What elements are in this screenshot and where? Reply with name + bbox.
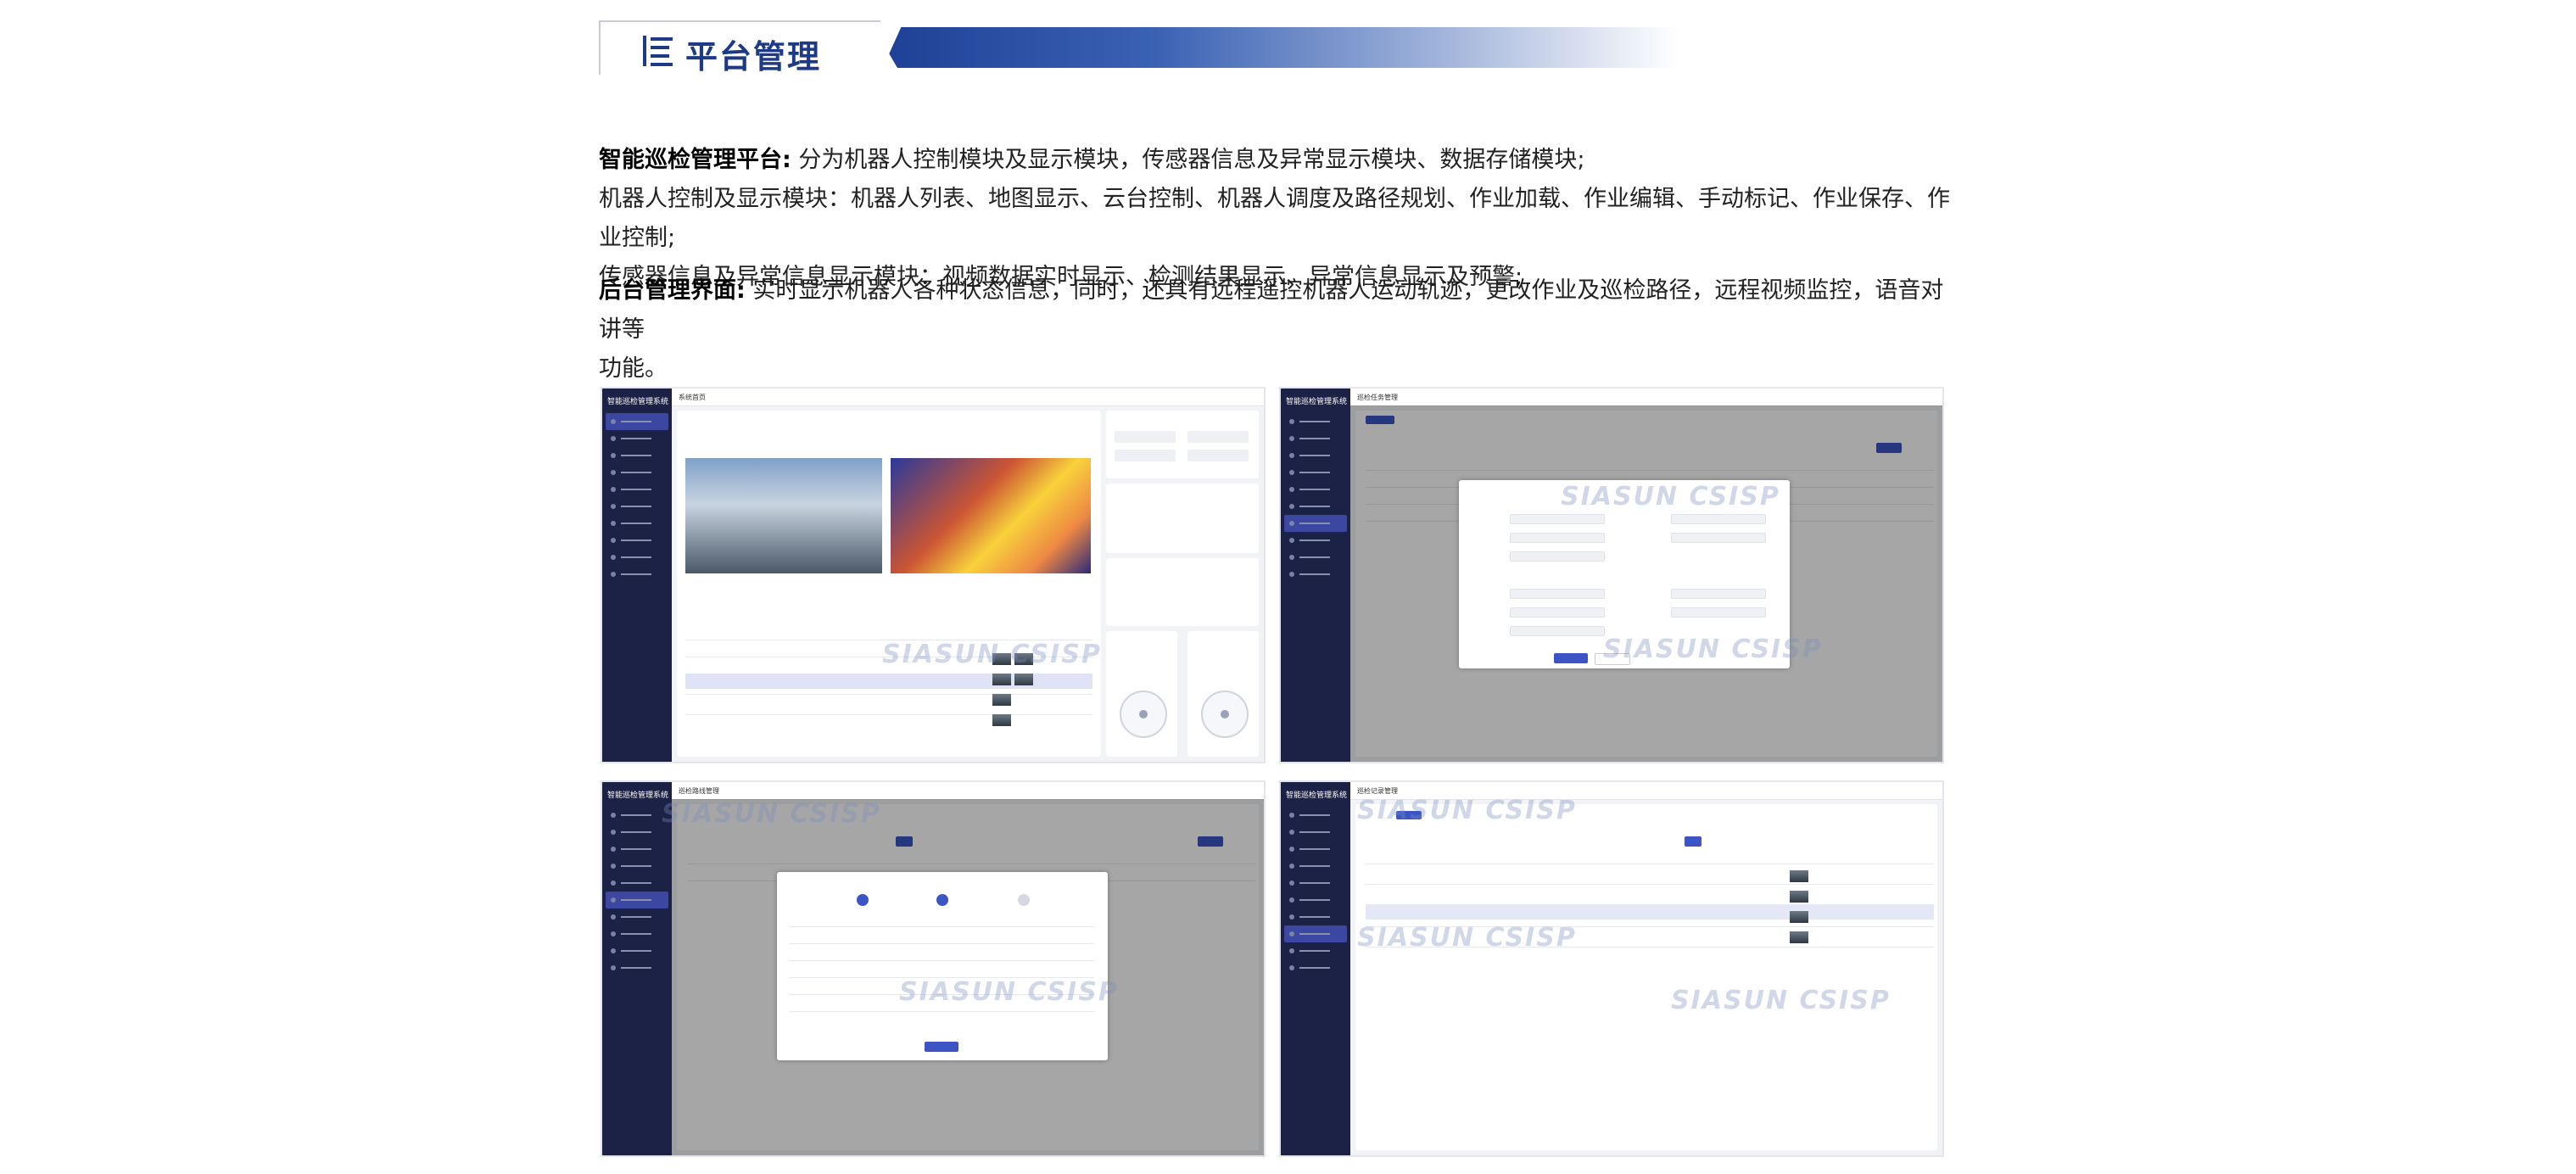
panel-title: 巡检记录管理 [1357,787,1398,795]
watermark: SIASUN CSISP [662,799,881,829]
save-button[interactable] [925,1042,958,1052]
screenshot-dashboard: 智能巡检管理系统 系统首页 SIASUN CSISP [602,389,1264,762]
watermark: SIASUN CSISP [1357,796,1577,825]
page-title: 平台管理 [685,38,822,75]
sidebar: 智能巡检管理系统 [1281,389,1350,762]
watermark: SIASUN CSISP [882,640,1102,669]
ptz-control-dial[interactable] [1120,690,1167,738]
section-label: 智能巡检管理平台: [599,147,791,173]
panel-title: 巡检路线管理 [679,787,719,795]
screenshot-route-management: 智能巡检管理系统 巡检路线管理 SIASUN CSISP SIASUN CSIS… [602,782,1264,1155]
panel-title: 系统首页 [679,394,706,401]
robot-control-dial[interactable] [1201,690,1249,738]
sidebar: 智能巡检管理系统 [602,782,672,1155]
section-label: 后台管理界面: [599,277,746,304]
watermark: SIASUN CSISP [1671,986,1891,1015]
list-icon [643,36,673,66]
section-backend: 后台管理界面: 实时显示机器人各种状态信息，同时，还具有远程遥控机器人运动轨迹，… [599,271,1956,389]
screenshot-task-management: 智能巡检管理系统 巡检任务管理 SIASUN CSISP SIASUN CSIS… [1281,389,1942,762]
app-title: 智能巡检管理系统 [1286,398,1348,406]
camera-thermal-image [891,458,1091,573]
route-wizard-modal [777,872,1108,1060]
panel-title: 巡检任务管理 [1357,394,1398,401]
section-line: 机器人控制及显示模块：机器人列表、地图显示、云台控制、机器人调度及路径规划、作业… [599,186,1950,251]
app-title: 智能巡检管理系统 [607,398,669,406]
watermark: SIASUN CSISP [1357,923,1577,953]
sidebar: 智能巡检管理系统 [602,389,672,762]
section-line: 分为机器人控制模块及显示模块，传感器信息及异常显示模块、数据存储模块; [798,147,1585,173]
app-title: 智能巡检管理系统 [1286,791,1348,800]
screenshot-record-management: 智能巡检管理系统 巡检记录管理 SIASUN CSISP SIASUN CSIS… [1281,782,1942,1155]
save-button[interactable] [1554,653,1588,663]
watermark: SIASUN CSISP [1561,482,1780,512]
sidebar: 智能巡检管理系统 [1281,782,1350,1155]
watermark: SIASUN CSISP [1603,635,1823,664]
camera-visible-image [685,458,882,573]
section-line: 实时显示机器人各种状态信息，同时，还具有远程遥控机器人运动轨迹，更改作业及巡检路… [599,277,1944,343]
section-line: 功能。 [599,355,668,382]
watermark: SIASUN CSISP [899,977,1119,1007]
header-banner-bar [874,27,1679,68]
